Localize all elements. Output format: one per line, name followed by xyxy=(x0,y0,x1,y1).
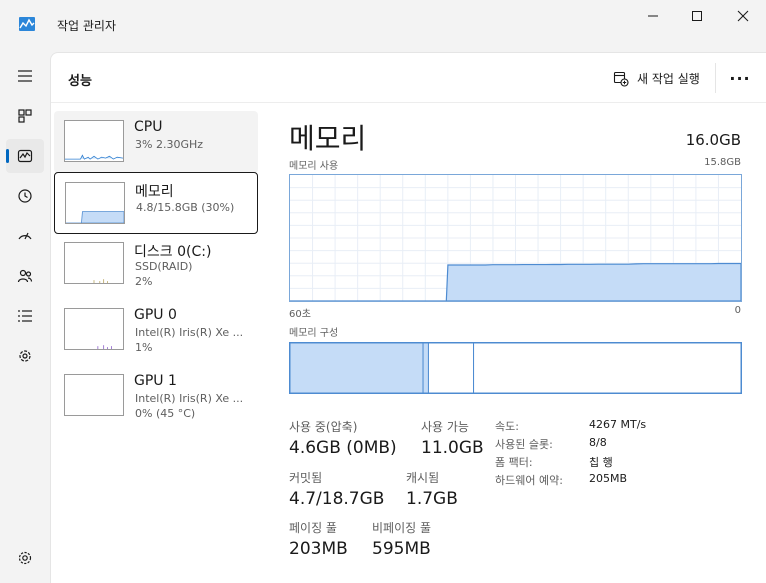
minimize-icon xyxy=(648,15,658,17)
run-new-task-label: 새 작업 실행 xyxy=(637,72,700,86)
device-detail: SSD(RAID) xyxy=(135,260,193,273)
spec-hw-reserved-label: 하드웨어 예약: xyxy=(495,474,563,487)
nav-users[interactable] xyxy=(6,259,44,293)
startup-apps-icon xyxy=(18,232,32,240)
spec-speed-value: 4267 MT/s xyxy=(589,418,647,431)
spec-speed-label: 속도: xyxy=(495,420,519,433)
device-detail: 3% 2.30GHz xyxy=(135,138,204,151)
users-icon xyxy=(17,269,33,283)
composition-standby xyxy=(427,343,475,393)
paged-pool-label: 페이징 풀 xyxy=(289,521,337,535)
committed-value: 4.7/18.7GB xyxy=(289,489,385,509)
cached-label: 캐시됨 xyxy=(406,471,440,485)
minimize-button[interactable] xyxy=(630,0,676,32)
memory-composition-bar xyxy=(289,342,742,394)
nav-startup-apps[interactable] xyxy=(6,219,44,253)
detail-title: 메모리 xyxy=(289,122,367,155)
device-usage: 2% xyxy=(135,275,153,288)
graph-axis-start: 60초 xyxy=(289,309,311,320)
composition-modified xyxy=(422,343,429,393)
device-usage: 1% xyxy=(135,341,153,354)
device-usage: 0% (45 °C) xyxy=(135,407,196,420)
spec-slots-label: 사용된 슬롯: xyxy=(495,438,553,451)
more-options-button[interactable]: ··· xyxy=(727,65,753,91)
gpu1-thumbnail-graph xyxy=(64,374,124,416)
nonpaged-pool-value: 595MB xyxy=(372,539,431,559)
nav-menu-button[interactable] xyxy=(6,59,44,93)
memory-usage-graph xyxy=(289,174,742,302)
close-button[interactable] xyxy=(720,0,766,32)
in-use-label: 사용 중(압축) xyxy=(289,420,358,434)
gpu0-thumbnail-graph xyxy=(64,308,124,350)
spec-hw-reserved-value: 205MB xyxy=(589,472,628,485)
nav-processes[interactable] xyxy=(6,99,44,133)
device-name: 메모리 xyxy=(135,184,174,200)
hamburger-menu-icon xyxy=(18,70,32,82)
main-panel: 성능 새 작업 실행 ··· CPU 3% 2.30GHz 메모리 4.8/15… xyxy=(50,52,766,583)
details-icon xyxy=(18,310,32,322)
nav-details[interactable] xyxy=(6,299,44,333)
header-divider xyxy=(715,63,716,93)
device-gpu-0[interactable]: GPU 0 Intel(R) Iris(R) Xe ... 1% xyxy=(54,299,258,361)
device-disk-0[interactable]: 디스크 0(C:) SSD(RAID) 2% xyxy=(54,233,258,295)
nav-app-history[interactable] xyxy=(6,179,44,213)
spec-form-factor-label: 폼 팩터: xyxy=(495,456,533,469)
nav-services[interactable] xyxy=(6,339,44,373)
committed-label: 커밋됨 xyxy=(289,471,323,485)
spec-slots-value: 8/8 xyxy=(589,436,607,449)
device-name: GPU 1 xyxy=(134,373,177,389)
page-header: 성능 새 작업 실행 ··· xyxy=(51,53,766,103)
performance-icon xyxy=(17,149,33,163)
memory-composition-label: 메모리 구성 xyxy=(289,328,339,339)
nav-settings[interactable] xyxy=(6,541,44,575)
close-icon xyxy=(737,10,749,22)
device-gpu-1[interactable]: GPU 1 Intel(R) Iris(R) Xe ... 0% (45 °C) xyxy=(54,365,258,427)
maximize-button[interactable] xyxy=(674,0,720,32)
device-name: 디스크 0(C:) xyxy=(134,244,212,260)
total-memory: 16.0GB xyxy=(685,131,741,149)
in-use-value: 4.6GB (0MB) xyxy=(289,438,397,458)
nav-performance[interactable] xyxy=(6,139,44,173)
window-title: 작업 관리자 xyxy=(57,19,117,33)
nonpaged-pool-label: 비페이징 풀 xyxy=(372,521,432,535)
spec-form-factor-value: 칩 행 xyxy=(589,456,613,469)
device-cpu[interactable]: CPU 3% 2.30GHz xyxy=(54,111,258,173)
cached-value: 1.7GB xyxy=(406,489,458,509)
services-icon xyxy=(19,350,31,362)
task-manager-icon xyxy=(19,17,35,31)
run-new-task-icon xyxy=(613,71,629,87)
memory-usage-max: 15.8GB xyxy=(704,157,741,168)
graph-axis-end: 0 xyxy=(734,305,741,316)
app-history-icon xyxy=(18,189,32,203)
run-new-task-button[interactable]: 새 작업 실행 xyxy=(607,67,706,90)
device-name: CPU xyxy=(134,119,163,135)
paged-pool-value: 203MB xyxy=(289,539,348,559)
title-bar: 작업 관리자 xyxy=(0,0,766,50)
disk-thumbnail-graph xyxy=(64,242,124,284)
device-detail: Intel(R) Iris(R) Xe ... xyxy=(135,392,244,405)
composition-in-use xyxy=(290,343,424,393)
processes-icon xyxy=(18,109,32,123)
cpu-thumbnail-graph xyxy=(64,120,124,162)
device-detail: Intel(R) Iris(R) Xe ... xyxy=(135,326,244,339)
device-name: GPU 0 xyxy=(134,307,177,323)
memory-usage-label: 메모리 사용 xyxy=(289,161,339,172)
memory-thumbnail-graph xyxy=(65,182,125,224)
settings-icon xyxy=(18,551,32,565)
available-value: 11.0GB xyxy=(421,438,484,458)
maximize-icon xyxy=(692,11,702,21)
page-title: 성능 xyxy=(68,74,92,89)
composition-free xyxy=(473,343,741,393)
available-label: 사용 가능 xyxy=(421,420,469,434)
device-memory[interactable]: 메모리 4.8/15.8GB (30%) xyxy=(54,172,258,234)
device-detail: 4.8/15.8GB (30%) xyxy=(136,201,235,214)
